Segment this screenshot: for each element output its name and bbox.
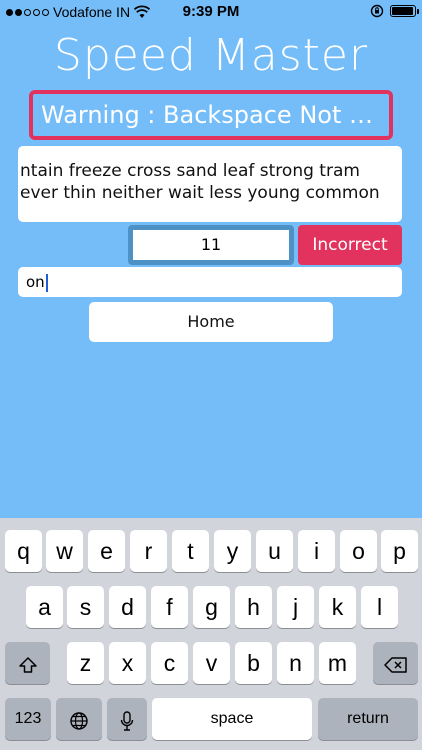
key-n[interactable]: n — [277, 642, 314, 684]
key-s[interactable]: s — [67, 586, 104, 628]
orientation-lock-icon — [370, 4, 384, 18]
result-button[interactable]: Incorrect — [298, 225, 402, 265]
space-key[interactable]: space — [152, 698, 312, 740]
backspace-icon — [383, 657, 407, 673]
key-u[interactable]: u — [256, 530, 293, 572]
keyboard: q w e r t y u i o p a s d f g h j k l z … — [0, 518, 422, 750]
word-line-1: ntain freeze cross sand leaf strong tram — [20, 161, 360, 181]
key-e[interactable]: e — [88, 530, 125, 572]
key-k[interactable]: k — [319, 586, 356, 628]
key-c[interactable]: c — [151, 642, 188, 684]
typing-input-value: on — [26, 273, 45, 291]
shift-key[interactable] — [5, 642, 50, 684]
key-p[interactable]: p — [381, 530, 418, 572]
word-line-2: ever thin neither wait less young common — [20, 183, 380, 203]
warning-banner: Warning : Backspace Not All... — [29, 90, 393, 140]
globe-key[interactable] — [56, 698, 102, 740]
key-t[interactable]: t — [172, 530, 209, 572]
key-y[interactable]: y — [214, 530, 251, 572]
key-m[interactable]: m — [319, 642, 356, 684]
key-q[interactable]: q — [5, 530, 42, 572]
key-b[interactable]: b — [235, 642, 272, 684]
return-key[interactable]: return — [318, 698, 418, 740]
word-stream: ntain freeze cross sand leaf strong tram… — [18, 146, 402, 222]
app-title: Speed Master — [53, 30, 369, 81]
numbers-key[interactable]: 123 — [5, 698, 51, 740]
microphone-icon — [120, 711, 134, 731]
key-g[interactable]: g — [193, 586, 230, 628]
key-w[interactable]: w — [46, 530, 83, 572]
key-f[interactable]: f — [151, 586, 188, 628]
status-right — [370, 4, 419, 18]
key-x[interactable]: x — [109, 642, 146, 684]
key-i[interactable]: i — [298, 530, 335, 572]
key-d[interactable]: d — [109, 586, 146, 628]
status-bar: Vodafone IN 9:39 PM — [0, 0, 422, 24]
backspace-key[interactable] — [373, 642, 418, 684]
key-r[interactable]: r — [130, 530, 167, 572]
globe-icon — [70, 712, 88, 730]
typing-input[interactable]: on — [18, 267, 402, 297]
key-v[interactable]: v — [193, 642, 230, 684]
home-button[interactable]: Home — [89, 302, 333, 342]
key-a[interactable]: a — [26, 586, 63, 628]
key-z[interactable]: z — [67, 642, 104, 684]
battery-icon — [390, 5, 419, 17]
key-o[interactable]: o — [340, 530, 377, 572]
key-j[interactable]: j — [277, 586, 314, 628]
shift-icon — [18, 657, 37, 673]
status-time: 9:39 PM — [182, 3, 240, 20]
key-h[interactable]: h — [235, 586, 272, 628]
word-counter: 11 — [128, 225, 294, 265]
dictation-key[interactable] — [107, 698, 147, 740]
key-l[interactable]: l — [361, 586, 398, 628]
text-cursor — [45, 273, 48, 292]
